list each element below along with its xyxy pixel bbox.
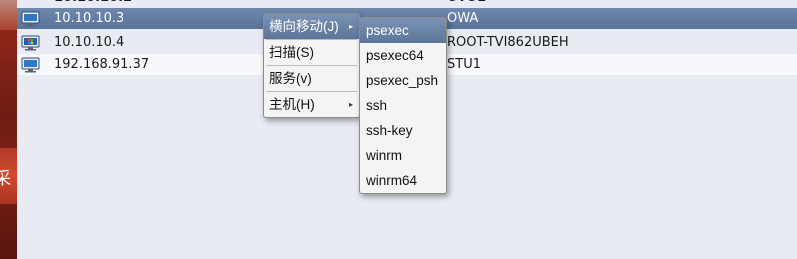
strip-highlight: [0, 0, 17, 30]
computer-monitor-icon: [21, 11, 41, 27]
submenu-item-label: ssh-key: [366, 123, 413, 138]
submenu-item-label: psexec_psh: [366, 73, 439, 88]
submenu-item-label: psexec: [366, 23, 409, 38]
screenshot-stage: 采 10.10.10.2 UTU1 10.10.10.3 OWA: [0, 0, 797, 259]
submenu-item-label: psexec64: [366, 48, 424, 63]
host-ip: 10.10.10.4: [54, 35, 125, 50]
submenu-item-winrm64[interactable]: winrm64: [360, 168, 446, 193]
host-ip: 10.10.10.2: [54, 0, 132, 8]
menu-item-services[interactable]: 服务(v): [264, 66, 359, 91]
strip-glyph: 采: [0, 169, 11, 189]
host-ip: 192.168.91.37: [54, 57, 150, 72]
host-ip: 10.10.10.3: [54, 11, 125, 26]
table-row[interactable]: 10.10.10.2 UTU1: [17, 0, 797, 8]
menu-item-scan[interactable]: 扫描(S): [264, 40, 359, 65]
menu-item-lateral-movement[interactable]: 横向移动(J) ▸: [264, 14, 359, 39]
host-name: ROOT-TVI862UBEH: [447, 35, 569, 50]
menu-item-label: 横向移动(J): [269, 19, 339, 34]
host-name: UTU1: [447, 0, 486, 8]
computer-windows-icon: [21, 35, 41, 51]
lateral-movement-submenu: psexec psexec64 psexec_psh ssh ssh-key w…: [359, 17, 447, 194]
submenu-item-ssh[interactable]: ssh: [360, 93, 446, 118]
menu-item-label: 服务(v): [269, 71, 312, 86]
host-name: OWA: [447, 11, 479, 26]
background-app-strip: 采: [0, 0, 17, 259]
computer-monitor-icon: [21, 57, 41, 73]
submenu-arrow-icon: ▸: [348, 22, 353, 31]
submenu-item-label: winrm: [366, 148, 402, 163]
submenu-item-label: winrm64: [366, 173, 418, 188]
menu-item-host[interactable]: 主机(H) ▸: [264, 92, 359, 117]
submenu-item-psexec64[interactable]: psexec64: [360, 43, 446, 68]
submenu-item-psexec-psh[interactable]: psexec_psh: [360, 68, 446, 93]
context-menu: 横向移动(J) ▸ 扫描(S) 服务(v) 主机(H) ▸: [263, 13, 360, 118]
submenu-item-psexec[interactable]: psexec: [360, 18, 446, 43]
menu-item-label: 扫描(S): [269, 45, 314, 60]
submenu-item-ssh-key[interactable]: ssh-key: [360, 118, 446, 143]
menu-item-label: 主机(H): [269, 97, 315, 112]
submenu-arrow-icon: ▸: [348, 100, 353, 109]
submenu-item-winrm[interactable]: winrm: [360, 143, 446, 168]
submenu-item-label: ssh: [366, 98, 388, 113]
host-name: STU1: [447, 57, 481, 72]
